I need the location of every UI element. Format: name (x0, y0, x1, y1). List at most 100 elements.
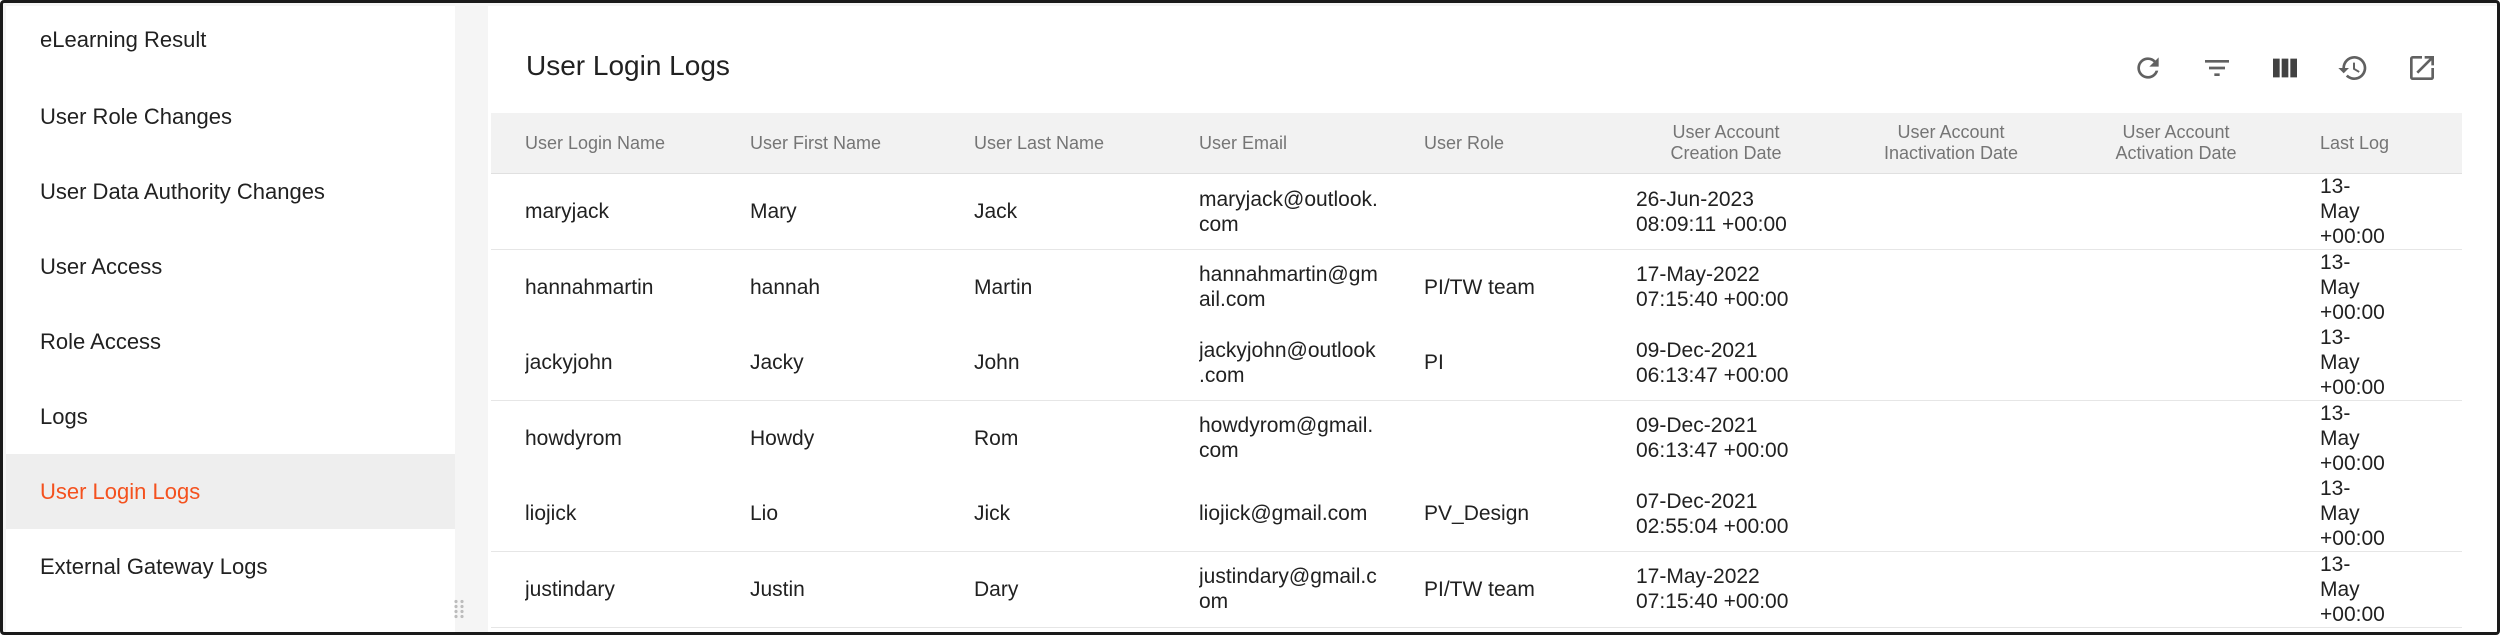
column-header[interactable]: User Account Creation Date (1616, 113, 1836, 173)
history-icon (2338, 56, 2367, 80)
column-header[interactable]: Last Log (2320, 113, 2462, 173)
table-cell (1424, 401, 1624, 476)
table-cell (2086, 250, 2306, 325)
table-cell: Mary (750, 200, 797, 223)
table-cell: 13-May +00:00 (2320, 326, 2385, 399)
table-cell: PI/TW team (1424, 275, 1535, 299)
sidebar-item-label: Role Access (40, 328, 162, 354)
sidebar: eLearning Result User Role Changes User Da… (6, 6, 455, 632)
table-cell: Justin (750, 577, 805, 601)
sidebar-item[interactable]: User Access (6, 229, 455, 304)
table-cell: John (974, 351, 1020, 374)
columns-button[interactable] (2265, 48, 2305, 88)
table-cell (1861, 476, 2081, 551)
refresh-button[interactable] (2128, 48, 2168, 88)
table-cell (2086, 174, 2306, 249)
sidebar-item[interactable]: User Login Logs (6, 454, 455, 529)
table-cell (1861, 552, 2081, 627)
table-cell: 07-Dec-2021 02:55:04 +00:00 (1636, 489, 1789, 538)
sidebar-item-label: External Gateway Logs (40, 553, 268, 579)
table-cell: 09-Dec-2021 06:13:47 +00:00 (1636, 338, 1789, 387)
table-cell (1861, 325, 2081, 400)
column-header[interactable]: User Account Inactivation Date (1841, 113, 2061, 173)
history-button[interactable] (2333, 48, 2373, 88)
resize-handle[interactable] (453, 599, 469, 625)
table-cell (1861, 174, 2081, 249)
table-row[interactable]: maryjack Mary Jack maryjack@outlook. com 26-… (491, 174, 2462, 250)
table-row[interactable]: justindary Justin Dary justindary@gmail.c o… (491, 551, 2462, 628)
table-header: User Login Name User First Name User Last … (491, 113, 2462, 174)
sidebar-item[interactable]: eLearning Result (6, 6, 455, 74)
table-cell: maryjack (525, 200, 610, 223)
filter-button[interactable] (2197, 48, 2237, 88)
table-cell: liojick@gmail.com (1199, 502, 1368, 525)
table-cell: Jick (974, 502, 1011, 525)
sidebar-item[interactable]: Logs (6, 379, 455, 454)
table-cell (1861, 250, 2081, 325)
table-cell (2086, 401, 2306, 476)
table-row[interactable]: jackyjohn Jacky John jackyjohn@outlook .com… (491, 325, 2462, 401)
sidebar-item-label: User Login Logs (40, 478, 201, 504)
table-cell: 13-May +00:00 (2320, 477, 2385, 550)
table-cell: 09-Dec-2021 06:13:47 +00:00 (1636, 414, 1789, 462)
table-cell (1861, 401, 2081, 476)
table-cell: 17-May-2022 07:15:40 +00:00 (1636, 565, 1789, 613)
page-title: User Login Logs (526, 50, 730, 81)
sidebar-item[interactable]: Role Access (6, 304, 455, 379)
column-header[interactable]: User Last Name (974, 113, 1194, 173)
sidebar-item[interactable]: User Data Authority Changes (6, 154, 455, 229)
table-cell: 13-May +00:00 (2320, 552, 2385, 626)
refresh-icon (2137, 57, 2159, 79)
table-cell: PI (1424, 351, 1444, 374)
logs-table: User Login Name User First Name User Last … (491, 113, 2462, 632)
sidebar-item-label: Logs (40, 403, 88, 429)
table-cell: 13-May +00:00 (2320, 401, 2385, 475)
open-external-button[interactable] (2402, 48, 2442, 88)
table-cell: justindary (525, 577, 615, 601)
main-panel: User Login Logs User Login Name User Firs… (488, 6, 2497, 632)
columns-icon (2273, 58, 2297, 78)
table-cell: liojick (525, 502, 577, 525)
sidebar-item[interactable]: User Role Changes (6, 79, 455, 154)
sidebar-item-label: User Data Authority Changes (40, 178, 325, 204)
app-frame: eLearning Result User Role Changes User Da… (0, 0, 2500, 635)
table-cell (2086, 552, 2306, 627)
table-row[interactable]: hannahmartin hannah Martin hannahmartin@gm … (491, 249, 2462, 326)
sidebar-item-label: eLearning Result (40, 27, 207, 52)
table-cell: PV_Design (1424, 502, 1530, 525)
table-cell: 13-May +00:00 (2320, 175, 2385, 248)
table-row[interactable]: liojick Lio Jick liojick@gmail.com PV_Design… (491, 476, 2462, 552)
column-header[interactable]: User Login Name (525, 113, 745, 173)
table-cell: hannah (750, 275, 821, 299)
sidebar-item[interactable]: External Gateway Logs (6, 529, 455, 604)
table-cell: maryjack@outlook. com (1199, 187, 1378, 236)
table-cell: PI/TW team (1424, 577, 1535, 601)
column-header[interactable]: User Role (1424, 113, 1624, 173)
table-cell: Dary (974, 577, 1019, 601)
table-cell: 17-May-2022 07:15:40 +00:00 (1636, 263, 1789, 311)
table-cell: Jacky (750, 351, 804, 374)
sidebar-item-label: User Access (40, 253, 163, 279)
table-cell (2086, 325, 2306, 400)
table-cell: 13-May +00:00 (2320, 250, 2385, 324)
table-cell (2086, 476, 2306, 551)
table-cell: howdyrom (525, 426, 622, 450)
table-cell: Howdy (750, 426, 815, 450)
open-external-icon (2410, 56, 2434, 80)
table-cell: Jack (974, 200, 1018, 223)
table-cell: 26-Jun-2023 08:09:11 +00:00 (1636, 187, 1787, 236)
column-header[interactable]: User Email (1199, 113, 1419, 173)
column-header[interactable]: User Account Activation Date (2066, 113, 2286, 173)
column-header[interactable]: User First Name (750, 113, 970, 173)
table-row[interactable]: howdyrom Howdy Rom howdyrom@gmail. com 09-De… (491, 400, 2462, 477)
table-cell: hannahmartin@gm ail.com (1199, 263, 1378, 311)
table-cell (1424, 174, 1624, 249)
table-cell: Martin (974, 275, 1033, 299)
table-cell: jackyjohn (525, 351, 613, 374)
table-cell: howdyrom@gmail. com (1199, 414, 1374, 462)
table-cell: Rom (974, 426, 1019, 450)
table-cell: jackyjohn@outlook .com (1199, 338, 1376, 387)
sidebar-item-label: User Role Changes (40, 103, 232, 129)
filter-icon (2205, 60, 2229, 76)
table-cell: justindary@gmail.c om (1199, 565, 1377, 613)
